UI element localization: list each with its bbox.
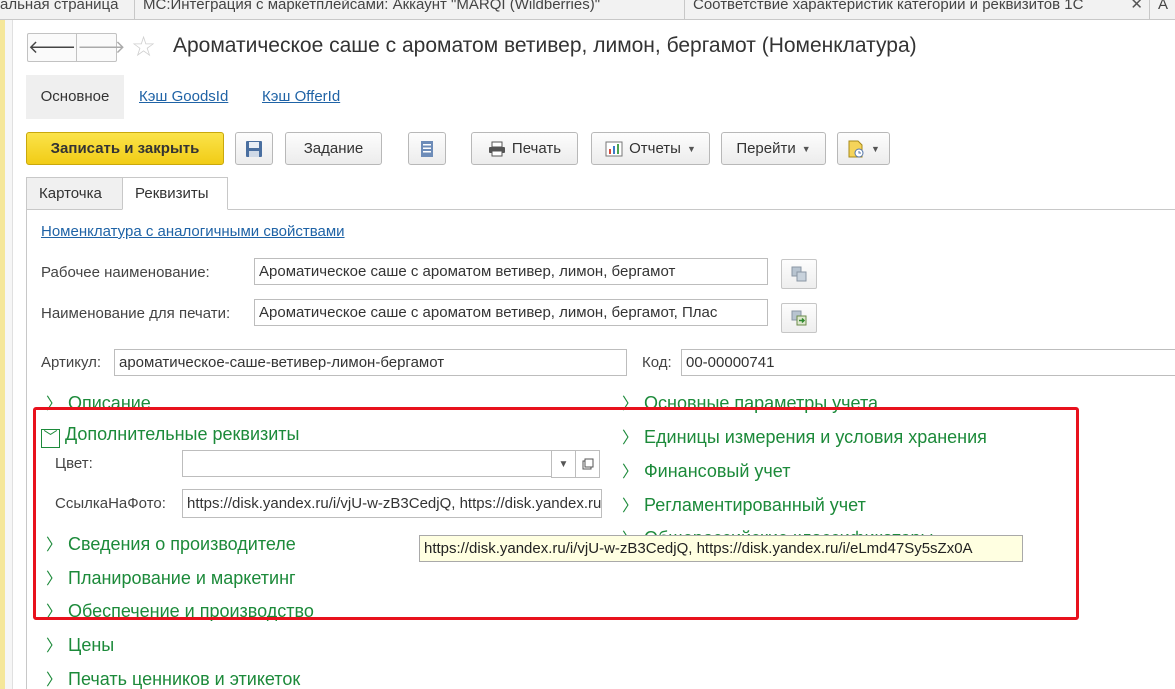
highlight-annotation-box xyxy=(33,407,1079,620)
close-icon[interactable]: ✕ xyxy=(1130,0,1143,15)
article-label: Артикул: xyxy=(41,354,102,371)
task-label: Задание xyxy=(303,140,364,157)
code-label: Код: xyxy=(642,354,672,371)
chevron-down-icon: ▼ xyxy=(871,143,880,154)
chevron-down-icon: ▼ xyxy=(801,143,811,154)
floppy-disk-icon xyxy=(246,140,262,157)
copy-arrow-icon xyxy=(791,310,807,326)
window-tab-mapping[interactable]: Соответствие характеристик категории и р… xyxy=(685,0,1150,19)
window-tab-current[interactable]: А xyxy=(1150,0,1175,19)
similar-properties-link[interactable]: Номенклатура с аналогичными свойствами xyxy=(41,223,345,240)
tab-card[interactable]: Карточка xyxy=(26,177,123,210)
group-prices[interactable]: 〉 Цены xyxy=(46,632,114,656)
goto-button[interactable]: Перейти ▼ xyxy=(721,132,826,165)
work-name-label: Рабочее наименование: xyxy=(41,264,210,281)
arrow-left-icon: 🡐 xyxy=(28,37,77,57)
window-tab-label: альная страница xyxy=(0,0,119,13)
window-tab-home[interactable]: альная страница xyxy=(0,0,135,19)
left-accent-strip xyxy=(0,20,5,689)
group-labels-label: Печать ценников и этикеток xyxy=(68,669,301,689)
code-field[interactable]: 00-00000741 xyxy=(681,349,1175,376)
copy-name-button[interactable] xyxy=(781,259,817,289)
back-button[interactable]: 🡐 xyxy=(28,34,76,61)
reports-button[interactable]: Отчеты ▼ xyxy=(591,132,710,165)
save-button[interactable] xyxy=(235,132,273,165)
task-button[interactable]: Задание xyxy=(285,132,382,165)
history-navigation: 🡐 🡒 xyxy=(27,33,126,62)
tab-cache-goodsid[interactable]: Кэш GoodsId xyxy=(139,75,228,119)
tab-requisites[interactable]: Реквизиты xyxy=(122,177,228,210)
list-button[interactable] xyxy=(408,132,446,165)
document-clock-icon xyxy=(848,140,864,157)
tab-cache-offerid[interactable]: Кэш OfferId xyxy=(262,75,340,119)
save-and-close-label: Записать и закрыть xyxy=(50,140,200,157)
chevron-down-icon: ▼ xyxy=(686,143,696,154)
window-tab-label: Соответствие характеристик категории и р… xyxy=(693,0,1084,13)
window-tab-label: МС:Интеграция с маркетплейсами: Аккаунт … xyxy=(143,0,601,13)
copy-icon xyxy=(791,266,807,282)
group-labels[interactable]: 〉 Печать ценников и этикеток xyxy=(46,666,300,689)
article-field[interactable]: ароматическое-саше-ветивер-лимон-бергамо… xyxy=(114,349,627,376)
print-button[interactable]: Печать xyxy=(471,132,578,165)
arrow-right-icon: 🡒 xyxy=(77,37,126,57)
work-name-field[interactable]: Ароматическое саше с ароматом ветивер, л… xyxy=(254,258,768,285)
reports-label: Отчеты xyxy=(629,140,681,157)
print-label: Печать xyxy=(511,140,562,157)
window-tab-integration[interactable]: МС:Интеграция с маркетплейсами: Аккаунт … xyxy=(135,0,685,19)
page-title: Ароматическое саше с ароматом ветивер, л… xyxy=(173,34,917,57)
goto-label: Перейти xyxy=(736,140,796,157)
forward-button[interactable]: 🡒 xyxy=(76,34,126,61)
document-list-icon xyxy=(421,140,433,157)
tab-main[interactable]: Основное xyxy=(26,75,124,119)
group-prices-label: Цены xyxy=(68,635,115,655)
more-actions-button[interactable]: ▼ xyxy=(837,132,890,165)
report-chart-icon xyxy=(605,141,623,156)
favorite-star-icon[interactable]: ☆ xyxy=(131,30,156,63)
window-tab-label: А xyxy=(1158,0,1169,13)
fill-print-name-button[interactable] xyxy=(781,303,817,333)
print-name-label: Наименование для печати: xyxy=(41,305,231,322)
printer-icon xyxy=(488,141,505,156)
window-tabs-bar: альная страница МС:Интеграция с маркетпл… xyxy=(0,0,1175,20)
print-name-field[interactable]: Ароматическое саше с ароматом ветивер, л… xyxy=(254,299,768,326)
chevron-right-icon: 〉 xyxy=(46,672,63,689)
save-and-close-button[interactable]: Записать и закрыть xyxy=(26,132,224,165)
chevron-right-icon: 〉 xyxy=(46,638,63,655)
